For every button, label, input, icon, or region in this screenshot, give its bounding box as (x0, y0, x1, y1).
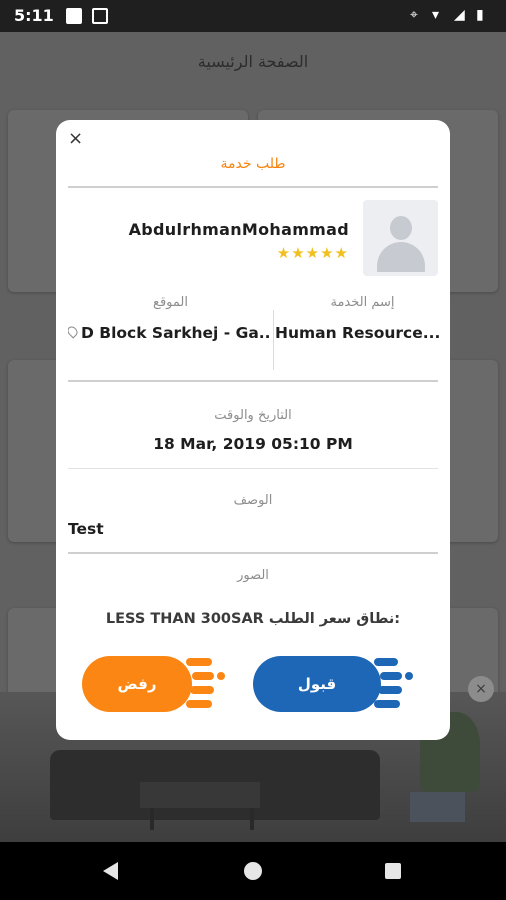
dialog-title: طلب خدمة (220, 156, 286, 172)
datetime-value: 18 Mar, 2019 05:10 PM (153, 435, 353, 453)
background-page-title: الصفحة الرئيسية (197, 52, 309, 71)
accept-button-dash (374, 700, 400, 708)
ad-table (140, 782, 260, 808)
ad-close-icon[interactable]: × (468, 676, 494, 702)
location-row: D Block Sarkhej - Ga... (68, 324, 271, 342)
status-bar: 5:11 ⌖ ▾ ◢ ▮ (0, 0, 506, 32)
close-icon[interactable]: × (68, 128, 83, 149)
signal-icon: ◢ (454, 7, 465, 23)
price-range: LESS THAN 300SAR نطاق سعر الطلب: (56, 611, 450, 627)
accept-button-dash (380, 672, 402, 680)
back-icon[interactable] (103, 862, 118, 880)
home-icon[interactable] (244, 862, 262, 880)
provider-avatar (363, 200, 438, 276)
reject-button-dash (186, 700, 212, 708)
provider-name: AbdulrhmanMohammad (128, 220, 349, 239)
accept-button-dash (378, 686, 402, 694)
price-range-value: LESS THAN 300SAR (105, 611, 264, 627)
navigation-bar (0, 842, 506, 900)
divider (68, 380, 438, 382)
reject-button-dot (217, 672, 225, 680)
location-icon: ⌖ (410, 7, 418, 23)
images-label: الصور (237, 568, 269, 583)
notification-icon (66, 8, 82, 24)
accept-button-dot (405, 672, 413, 680)
location-value: D Block Sarkhej - Ga... (81, 324, 271, 342)
column-divider (273, 310, 274, 370)
location-label: الموقع (153, 295, 188, 310)
gmail-icon (92, 8, 108, 24)
avatar-body (377, 242, 425, 272)
price-range-label: نطاق سعر الطلب: (268, 611, 401, 627)
reject-button-dash (192, 672, 214, 680)
reject-button[interactable]: رفض (82, 656, 192, 712)
description-label: الوصف (233, 493, 273, 508)
accept-button[interactable]: قبول (253, 656, 381, 712)
datetime-label: التاريخ والوقت (214, 408, 292, 423)
accept-button-dash (374, 658, 398, 666)
service-label: إسم الخدمة (330, 295, 395, 310)
ad-table-leg (150, 808, 154, 830)
divider (68, 468, 438, 469)
divider (68, 552, 438, 554)
avatar-head (390, 216, 412, 240)
reject-button-dash (186, 658, 212, 666)
ad-table-leg (250, 808, 254, 830)
wifi-icon: ▾ (432, 7, 440, 23)
rating-stars: ★★★★★ (276, 244, 349, 262)
status-time: 5:11 (14, 6, 54, 25)
description-value: Test (68, 520, 104, 538)
service-request-dialog: × طلب خدمة AbdulrhmanMohammad ★★★★★ إسم … (56, 120, 450, 740)
divider (68, 186, 438, 188)
reject-button-dash (190, 686, 214, 694)
recent-apps-icon[interactable] (385, 863, 401, 879)
battery-icon: ▮ (476, 7, 484, 23)
location-pin-icon (68, 324, 80, 339)
ad-books (410, 792, 465, 822)
service-value: Human Resource... (275, 324, 440, 342)
